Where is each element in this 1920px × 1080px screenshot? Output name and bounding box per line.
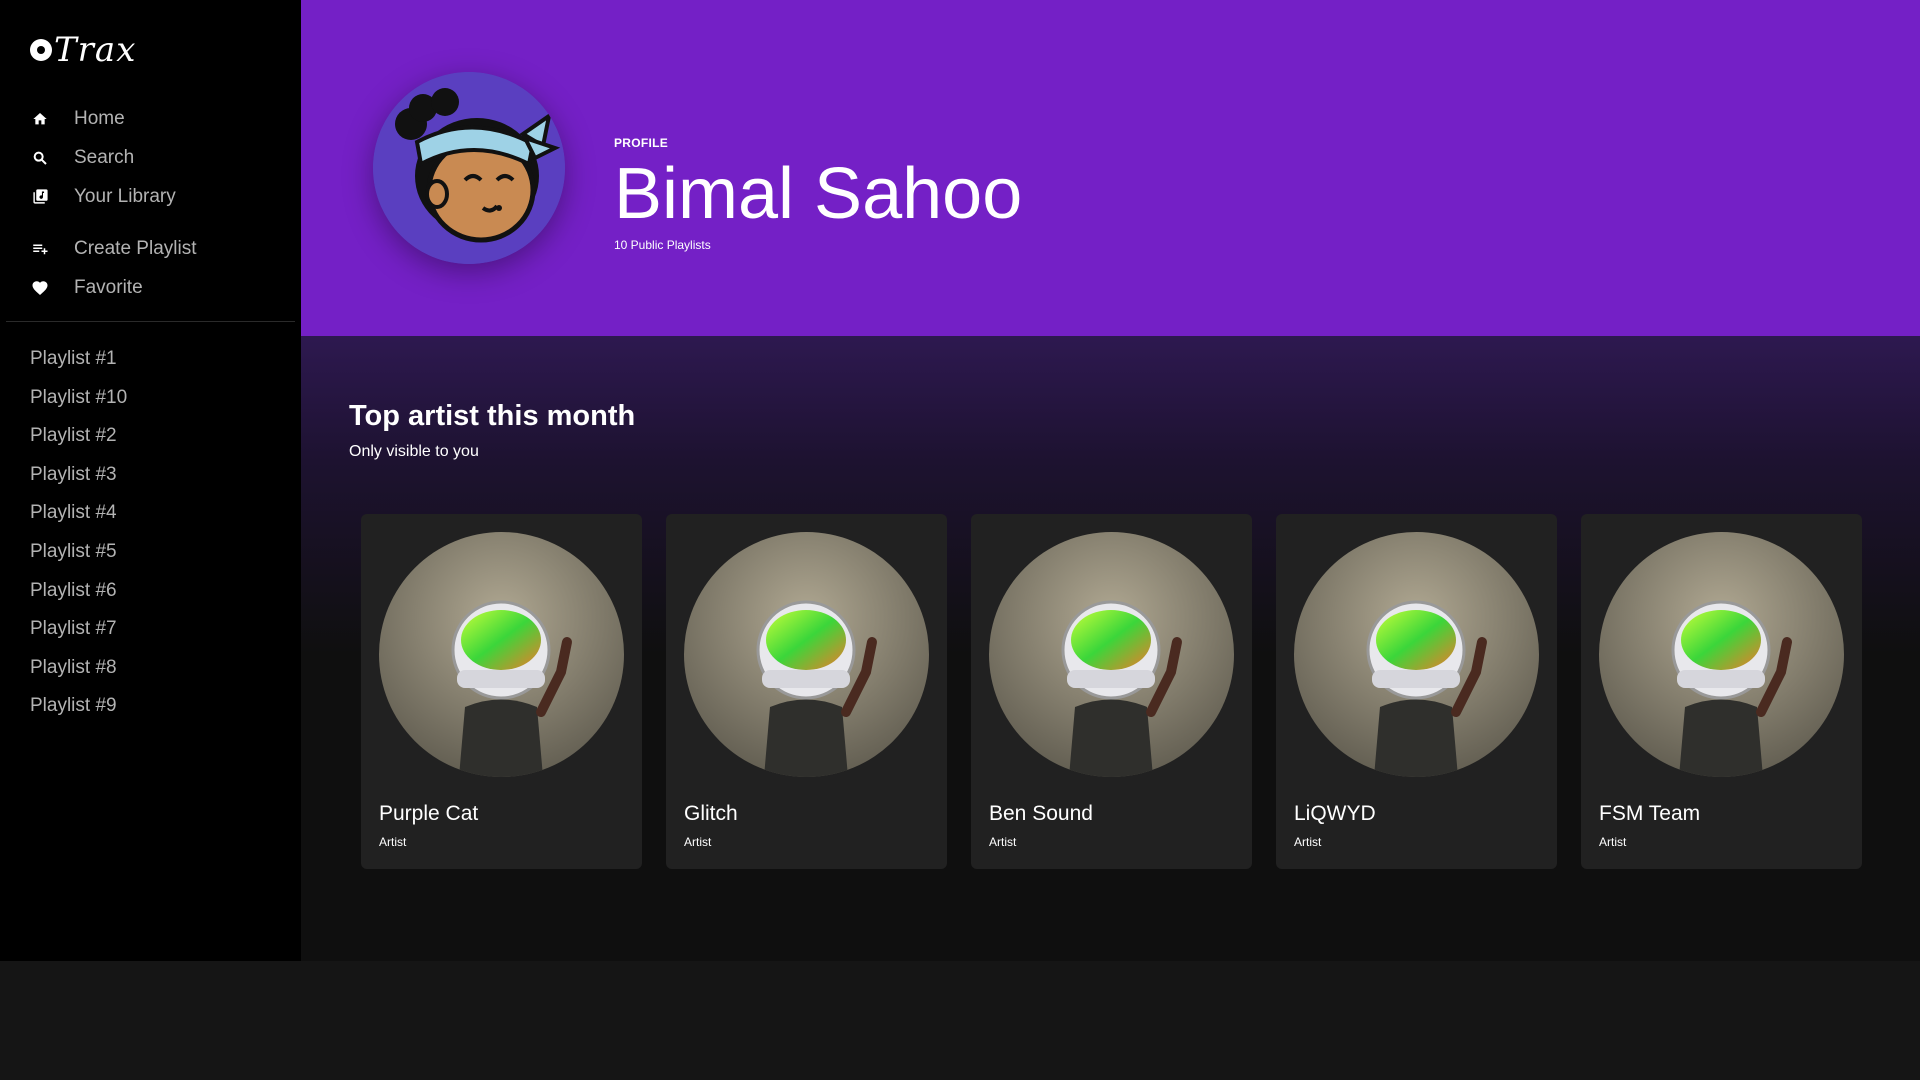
playlist-item[interactable]: Playlist #10 xyxy=(30,379,127,418)
profile-info: PROFILE Bimal Sahoo 10 Public Playlists xyxy=(614,136,1022,252)
playlist-item[interactable]: Playlist #1 xyxy=(30,340,127,379)
artist-image xyxy=(1599,532,1844,777)
playlist-item[interactable]: Playlist #3 xyxy=(30,456,127,495)
home-icon xyxy=(30,109,50,129)
artist-image xyxy=(684,532,929,777)
nav-create-playlist-label: Create Playlist xyxy=(74,237,197,259)
profile-name: Bimal Sahoo xyxy=(614,154,1023,234)
logo-text: Trax xyxy=(54,30,137,70)
nav-home[interactable]: Home xyxy=(0,99,301,138)
main-content: PROFILE Bimal Sahoo 10 Public Playlists … xyxy=(301,0,1920,961)
artist-type: Artist xyxy=(1294,835,1322,849)
vinyl-icon xyxy=(30,39,52,61)
profile-kind-label: PROFILE xyxy=(614,136,669,150)
nav-search-label: Search xyxy=(74,146,135,168)
artist-name: Purple Cat xyxy=(379,802,479,825)
section-subtitle: Only visible to you xyxy=(349,443,479,460)
artist-card[interactable]: Purple Cat Artist xyxy=(361,514,642,869)
search-icon xyxy=(30,148,50,168)
sidebar-divider xyxy=(6,321,295,322)
heart-icon xyxy=(30,278,50,298)
nav-favorite-label: Favorite xyxy=(74,276,143,298)
artist-cards: Purple Cat Artist Glitch Artist Ben Soun… xyxy=(361,514,1862,869)
nav-home-label: Home xyxy=(74,107,125,129)
profile-header: PROFILE Bimal Sahoo 10 Public Playlists xyxy=(301,0,1920,336)
logo[interactable]: Trax xyxy=(30,28,136,72)
section-title: Top artist this month xyxy=(349,400,636,432)
playlist-item[interactable]: Playlist #4 xyxy=(30,494,127,533)
playlist-item[interactable]: Playlist #9 xyxy=(30,687,127,726)
nav-search[interactable]: Search xyxy=(0,138,301,177)
artist-type: Artist xyxy=(684,835,712,849)
playlist-item[interactable]: Playlist #5 xyxy=(30,533,127,572)
nav-create-playlist[interactable]: Create Playlist xyxy=(0,229,301,268)
artist-card[interactable]: Glitch Artist xyxy=(666,514,947,869)
public-playlists-count: 10 Public Playlists xyxy=(614,238,711,252)
sidebar: Trax Home Search Your Library Create Pla… xyxy=(0,0,301,961)
artist-card[interactable]: FSM Team Artist xyxy=(1581,514,1862,869)
app-shell: Trax Home Search Your Library Create Pla… xyxy=(0,0,1920,961)
artist-type: Artist xyxy=(989,835,1017,849)
artist-name: LiQWYD xyxy=(1294,802,1376,825)
library-icon xyxy=(30,187,50,207)
playlist-add-icon xyxy=(30,239,50,259)
artist-image xyxy=(1294,532,1539,777)
artist-image xyxy=(989,532,1234,777)
artist-type: Artist xyxy=(379,835,407,849)
playlist-list: Playlist #1 Playlist #10 Playlist #2 Pla… xyxy=(30,340,127,726)
artist-card[interactable]: Ben Sound Artist xyxy=(971,514,1252,869)
nav-favorite[interactable]: Favorite xyxy=(0,268,301,307)
player-bar xyxy=(0,961,1920,1080)
main-nav: Home Search Your Library xyxy=(0,99,301,216)
playlist-item[interactable]: Playlist #8 xyxy=(30,649,127,688)
actions-nav: Create Playlist Favorite xyxy=(0,229,301,307)
artist-name: FSM Team xyxy=(1599,802,1701,825)
artist-name: Ben Sound xyxy=(989,802,1093,825)
playlist-item[interactable]: Playlist #7 xyxy=(30,610,127,649)
artist-type: Artist xyxy=(1599,835,1627,849)
nav-library[interactable]: Your Library xyxy=(0,177,301,216)
playlist-item[interactable]: Playlist #2 xyxy=(30,417,127,456)
artist-name: Glitch xyxy=(684,802,738,825)
artist-image xyxy=(379,532,624,777)
playlist-item[interactable]: Playlist #6 xyxy=(30,572,127,611)
avatar[interactable] xyxy=(373,72,565,264)
nav-library-label: Your Library xyxy=(74,185,176,207)
artist-card[interactable]: LiQWYD Artist xyxy=(1276,514,1557,869)
